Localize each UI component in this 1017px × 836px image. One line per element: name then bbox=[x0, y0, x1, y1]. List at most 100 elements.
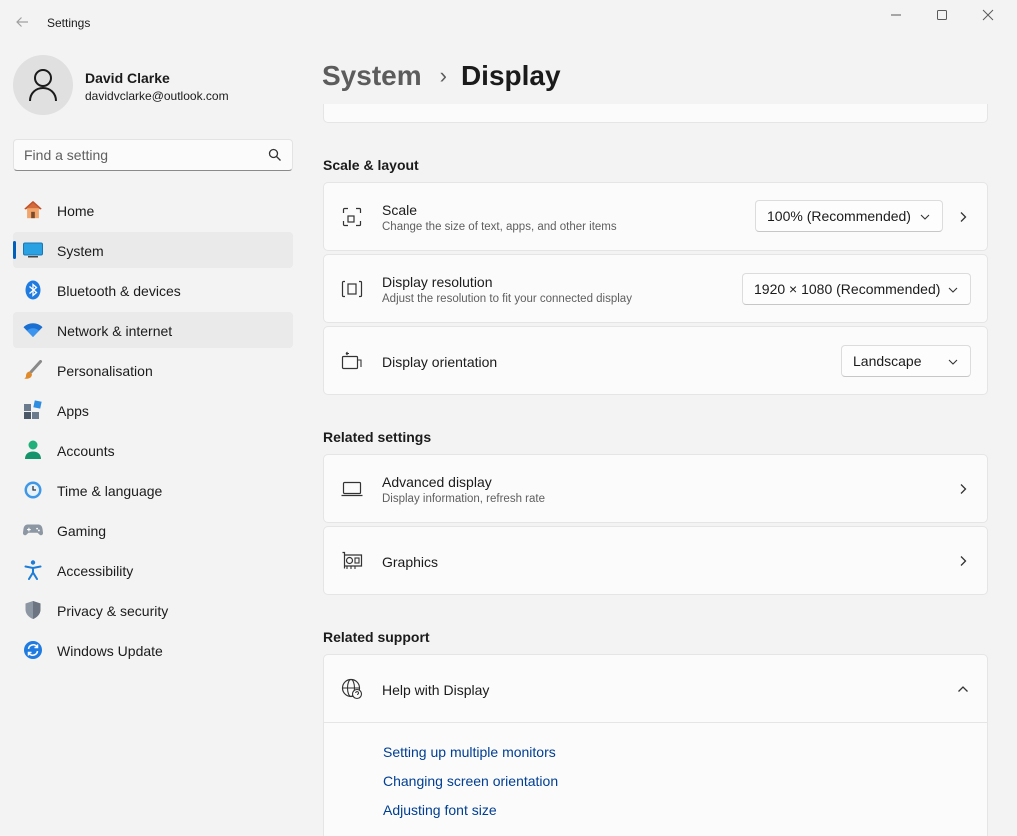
sidebar-item-label: Gaming bbox=[57, 523, 107, 539]
accessibility-icon bbox=[23, 560, 43, 580]
help-with-display-card: Help with Display Setting up multiple mo… bbox=[323, 654, 988, 836]
chevron-right-icon[interactable] bbox=[957, 555, 969, 567]
sidebar-item-label: Home bbox=[57, 203, 95, 219]
sidebar-item-system[interactable]: System bbox=[13, 232, 293, 268]
scale-icon bbox=[341, 206, 363, 228]
home-icon bbox=[23, 200, 43, 220]
laptop-icon bbox=[341, 478, 363, 500]
chevron-up-icon[interactable] bbox=[957, 683, 969, 695]
section-heading-scale-layout: Scale & layout bbox=[323, 157, 419, 173]
sidebar-item-label: Accounts bbox=[57, 443, 115, 459]
system-icon bbox=[23, 240, 43, 260]
resolution-dropdown-value: 1920 × 1080 (Recommended) bbox=[754, 281, 941, 297]
help-link-screen-orientation[interactable]: Changing screen orientation bbox=[383, 773, 558, 789]
sidebar-item-label: Privacy & security bbox=[57, 603, 169, 619]
graphics-card-icon bbox=[341, 550, 363, 572]
back-button[interactable] bbox=[12, 12, 32, 32]
search-icon[interactable] bbox=[268, 148, 282, 162]
brush-icon bbox=[23, 360, 43, 380]
scale-dropdown[interactable]: 100% (Recommended) bbox=[755, 200, 943, 232]
apps-icon bbox=[23, 400, 43, 420]
sidebar-item-label: Bluetooth & devices bbox=[57, 283, 181, 299]
breadcrumb-parent[interactable]: System bbox=[322, 60, 422, 92]
bluetooth-icon bbox=[23, 280, 43, 300]
sidebar-item-label: Time & language bbox=[57, 483, 163, 499]
scrolled-card-fragment bbox=[323, 104, 988, 123]
chevron-down-icon bbox=[920, 214, 930, 220]
divider bbox=[324, 722, 987, 723]
sidebar-item-apps[interactable]: Apps bbox=[13, 392, 293, 428]
close-button[interactable] bbox=[965, 4, 1011, 26]
display-resolution-card[interactable]: Display resolution Adjust the resolution… bbox=[323, 254, 988, 323]
page-title: Display bbox=[460, 60, 561, 91]
app-title: Settings bbox=[47, 16, 91, 30]
chevron-down-icon bbox=[948, 287, 958, 293]
help-link-font-size[interactable]: Adjusting font size bbox=[383, 802, 497, 818]
sidebar-nav: Home System Bluetooth & devices Network … bbox=[13, 192, 293, 672]
user-name: David Clarke bbox=[85, 70, 170, 86]
sidebar-item-label: Personalisation bbox=[57, 363, 153, 379]
sidebar-item-label: System bbox=[57, 243, 104, 259]
user-email: davidvclarke@outlook.com bbox=[85, 89, 229, 103]
chevron-right-icon[interactable] bbox=[957, 211, 969, 223]
display-resolution-description: Adjust the resolution to fit your connec… bbox=[382, 293, 632, 305]
sidebar-item-accessibility[interactable]: Accessibility bbox=[13, 552, 293, 588]
advanced-display-card[interactable]: Advanced display Display information, re… bbox=[323, 454, 988, 523]
display-orientation-title: Display orientation bbox=[382, 354, 498, 370]
scale-description: Change the size of text, apps, and other… bbox=[382, 221, 617, 233]
sidebar-item-label: Accessibility bbox=[57, 563, 134, 579]
gamepad-icon bbox=[23, 520, 43, 540]
orientation-icon bbox=[341, 350, 363, 372]
help-with-display-title: Help with Display bbox=[382, 682, 490, 698]
section-heading-related-support: Related support bbox=[323, 629, 430, 645]
sidebar-item-windows-update[interactable]: Windows Update bbox=[13, 632, 293, 668]
breadcrumb: System › Display bbox=[322, 56, 561, 96]
minimize-button[interactable] bbox=[873, 4, 919, 26]
display-resolution-title: Display resolution bbox=[382, 274, 493, 290]
scale-title: Scale bbox=[382, 202, 418, 218]
sidebar-item-time-language[interactable]: Time & language bbox=[13, 472, 293, 508]
sidebar-item-label: Network & internet bbox=[57, 323, 173, 339]
resolution-dropdown[interactable]: 1920 × 1080 (Recommended) bbox=[742, 273, 971, 305]
search-box[interactable] bbox=[13, 139, 293, 171]
chevron-down-icon bbox=[948, 359, 958, 365]
orientation-dropdown-value: Landscape bbox=[853, 353, 922, 369]
title-bar: Settings bbox=[0, 0, 1017, 44]
minimize-icon bbox=[891, 14, 901, 16]
sidebar-item-personalisation[interactable]: Personalisation bbox=[13, 352, 293, 388]
back-arrow-icon bbox=[16, 17, 28, 27]
orientation-dropdown[interactable]: Landscape bbox=[841, 345, 971, 377]
shield-icon bbox=[23, 600, 43, 620]
display-orientation-card[interactable]: Display orientation Landscape bbox=[323, 326, 988, 395]
accounts-icon bbox=[23, 440, 43, 460]
section-heading-related-settings: Related settings bbox=[323, 429, 432, 445]
graphics-title: Graphics bbox=[382, 554, 439, 570]
person-icon bbox=[29, 69, 57, 102]
search-input[interactable] bbox=[14, 140, 264, 170]
scale-dropdown-value: 100% (Recommended) bbox=[767, 208, 911, 224]
sidebar-item-bluetooth[interactable]: Bluetooth & devices bbox=[13, 272, 293, 308]
chevron-right-icon[interactable] bbox=[957, 483, 969, 495]
sidebar-item-network[interactable]: Network & internet bbox=[13, 312, 293, 348]
advanced-display-description: Display information, refresh rate bbox=[382, 493, 545, 505]
sidebar-item-home[interactable]: Home bbox=[13, 192, 293, 228]
sidebar-item-accounts[interactable]: Accounts bbox=[13, 432, 293, 468]
breadcrumb-separator: › bbox=[439, 63, 447, 88]
avatar[interactable] bbox=[13, 55, 73, 115]
maximize-icon bbox=[937, 10, 947, 20]
resolution-icon bbox=[341, 278, 363, 300]
update-icon bbox=[23, 640, 43, 660]
sidebar-item-privacy-security[interactable]: Privacy & security bbox=[13, 592, 293, 628]
advanced-display-title: Advanced display bbox=[382, 474, 492, 490]
help-link-multiple-monitors[interactable]: Setting up multiple monitors bbox=[383, 744, 556, 760]
scale-card[interactable]: Scale Change the size of text, apps, and… bbox=[323, 182, 988, 251]
sidebar-item-label: Apps bbox=[57, 403, 89, 419]
clock-globe-icon bbox=[23, 480, 43, 500]
wifi-icon bbox=[23, 320, 43, 340]
sidebar-item-gaming[interactable]: Gaming bbox=[13, 512, 293, 548]
globe-help-icon bbox=[341, 678, 363, 700]
sidebar-item-label: Windows Update bbox=[57, 643, 163, 659]
maximize-button[interactable] bbox=[919, 4, 965, 26]
close-icon bbox=[982, 9, 994, 21]
graphics-card[interactable]: Graphics bbox=[323, 526, 988, 595]
